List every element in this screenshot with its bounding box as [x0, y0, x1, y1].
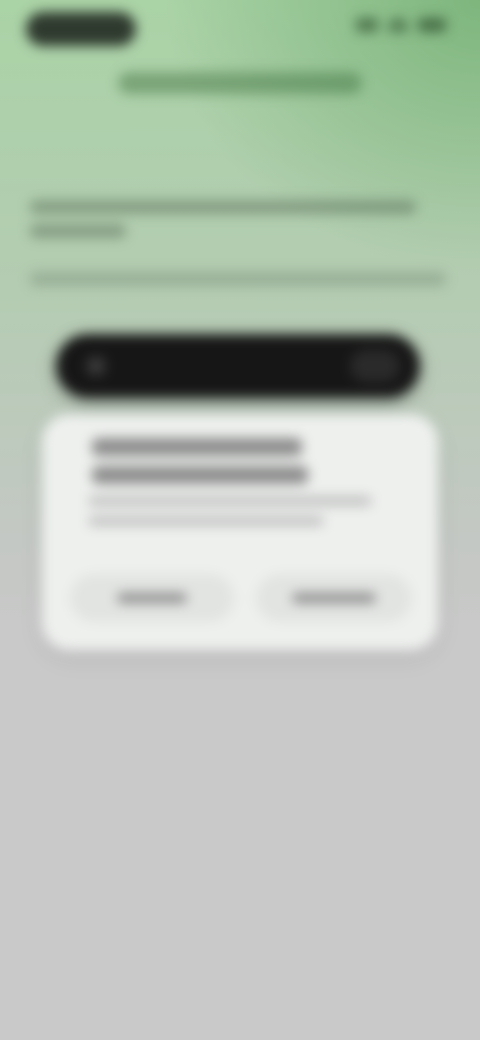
cellular-signal-icon	[356, 18, 378, 32]
dialog-secondary-button[interactable]	[70, 574, 234, 622]
wifi-icon	[388, 18, 408, 32]
intro-paragraph	[30, 200, 430, 252]
dialog-primary-label-placeholder	[292, 593, 376, 603]
text-line	[92, 438, 302, 456]
status-icons	[356, 18, 446, 32]
text-line	[88, 496, 372, 506]
dialog-primary-button[interactable]	[256, 574, 412, 622]
status-bar	[0, 0, 480, 60]
top-link[interactable]	[118, 72, 362, 94]
battery-icon	[418, 18, 446, 32]
secondary-paragraph	[30, 272, 450, 298]
page-title	[30, 140, 380, 180]
dialog-secondary-label-placeholder	[117, 593, 187, 603]
text-line	[30, 200, 416, 214]
text-line	[30, 272, 446, 286]
cta-leading-icon	[86, 356, 106, 376]
dialog-title	[92, 438, 312, 494]
text-line	[30, 224, 126, 238]
text-line	[88, 516, 324, 526]
dialog-body	[88, 496, 378, 536]
app-screen	[0, 0, 480, 1040]
blurred-background-content	[0, 0, 480, 1040]
status-time	[26, 12, 136, 46]
cta-trailing-icon	[350, 350, 400, 382]
text-line	[92, 466, 308, 484]
